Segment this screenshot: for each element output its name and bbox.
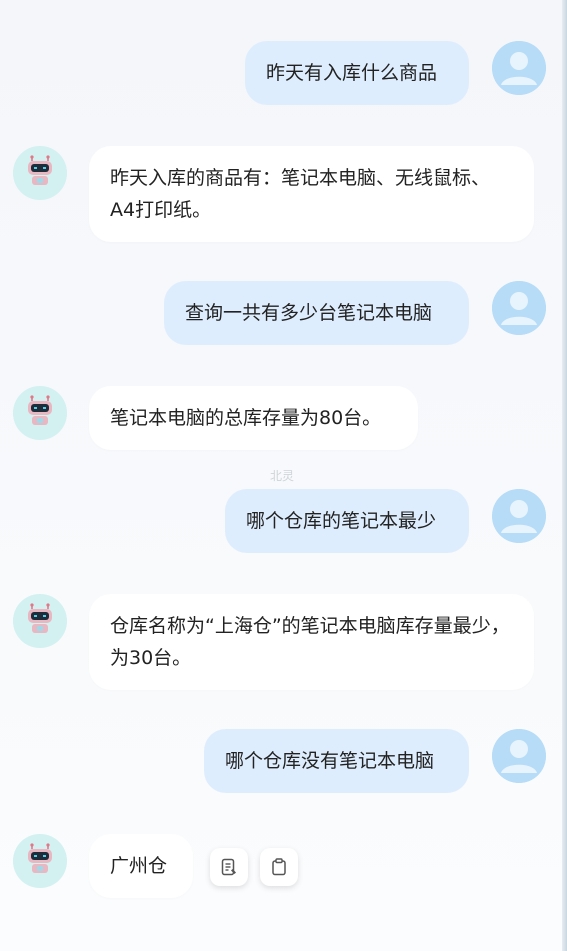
assistant-message-bubble: 仓库名称为“上海仓”的笔记本电脑库存量最少，为30台。 — [89, 594, 534, 690]
robot-avatar-icon — [13, 834, 67, 888]
chat-thread: 昨天有入库什么商品 昨天入库的商品有：笔记本电脑、无线鼠标、A4打印纸。 查询一… — [0, 0, 562, 951]
clipboard-icon[interactable] — [260, 848, 298, 886]
robot-avatar-icon — [13, 146, 67, 200]
assistant-message-bubble: 广州仓 — [89, 834, 193, 898]
user-avatar-icon — [492, 729, 546, 783]
watermark: 北灵 — [270, 469, 295, 483]
user-avatar-icon — [492, 281, 546, 335]
user-message-bubble: 昨天有入库什么商品 — [245, 41, 469, 105]
user-avatar-icon — [492, 41, 546, 95]
assistant-message-bubble: 笔记本电脑的总库存量为80台。 — [89, 386, 418, 450]
scrollbar-track[interactable] — [562, 0, 567, 951]
user-message-bubble: 哪个仓库的笔记本最少 — [225, 489, 469, 553]
user-avatar-icon — [492, 489, 546, 543]
user-message-bubble: 哪个仓库没有笔记本电脑 — [204, 729, 469, 793]
assistant-message-bubble: 昨天入库的商品有：笔记本电脑、无线鼠标、A4打印纸。 — [89, 146, 534, 242]
robot-avatar-icon — [13, 386, 67, 440]
user-message-bubble: 查询一共有多少台笔记本电脑 — [164, 281, 469, 345]
document-icon[interactable] — [210, 848, 248, 886]
robot-avatar-icon — [13, 594, 67, 648]
